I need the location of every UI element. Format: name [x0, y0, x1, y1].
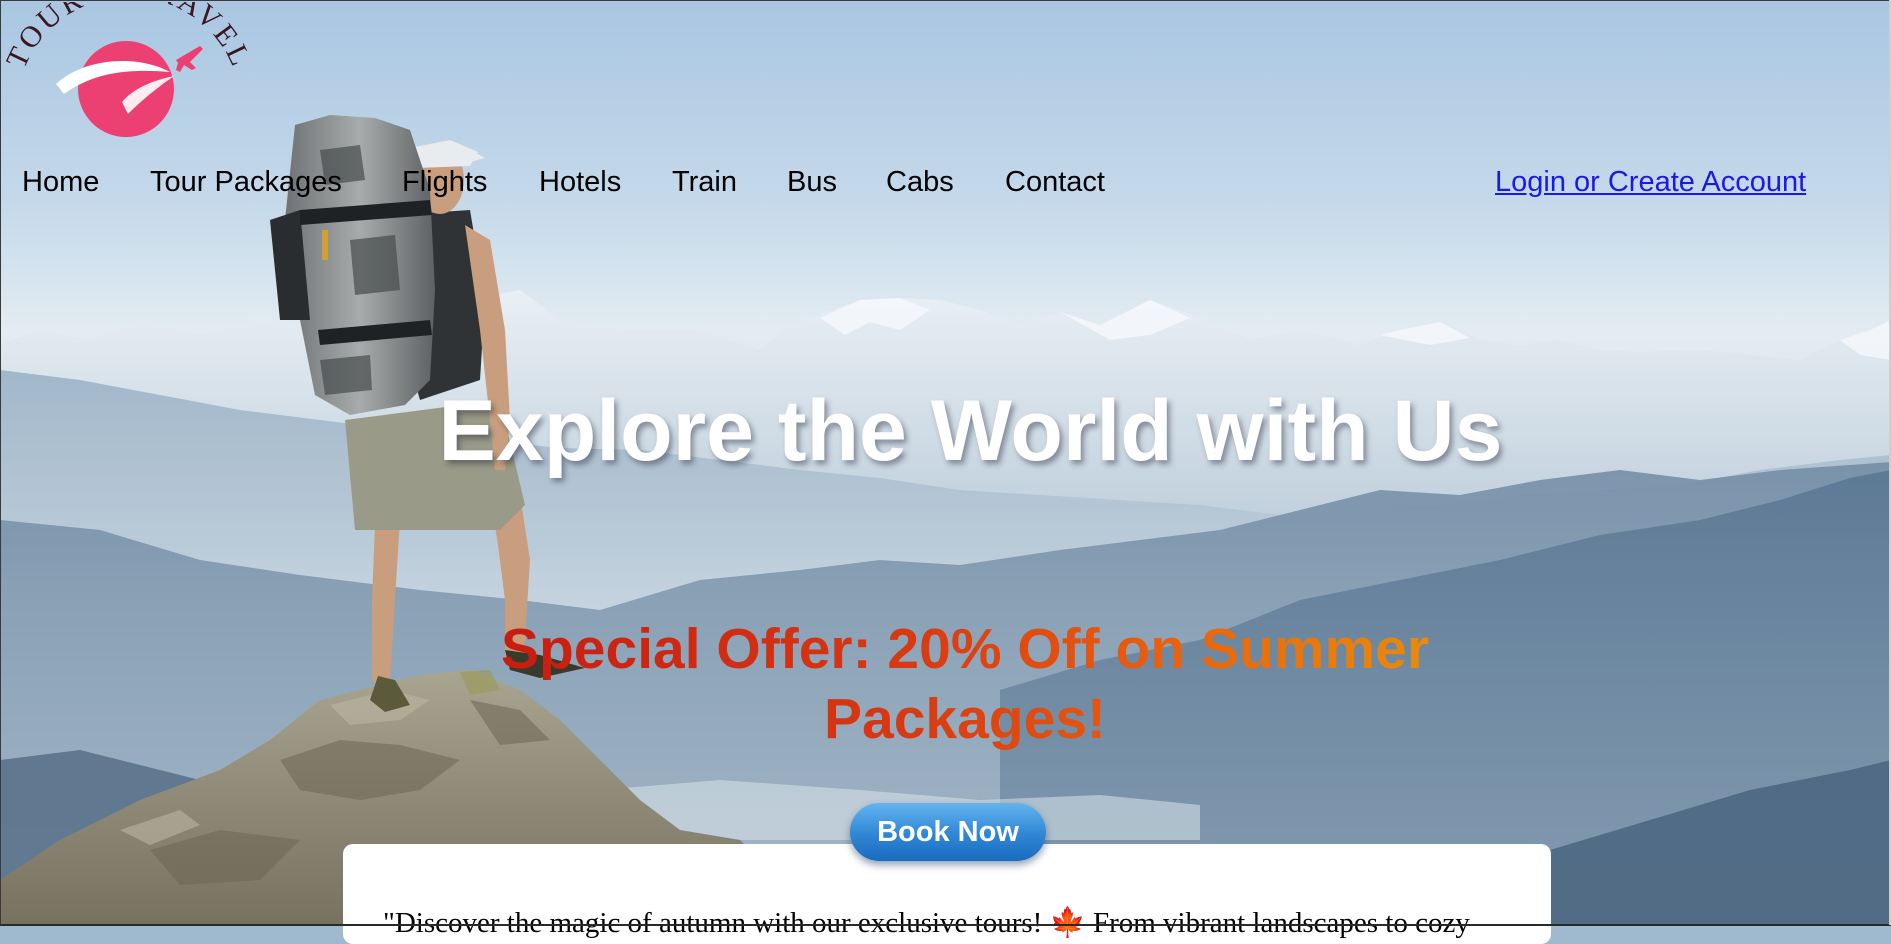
nav-item-home[interactable]: Home [22, 166, 99, 199]
book-now-button[interactable]: Book Now [850, 803, 1046, 861]
tour-travel-logo[interactable]: TOUR & TRAVEL [4, 2, 252, 140]
nav-item-bus[interactable]: Bus [787, 166, 837, 199]
hero-title: Explore the World with Us [438, 383, 1503, 479]
nav-item-hotels[interactable]: Hotels [539, 166, 621, 199]
promo-card-text: "Discover the magic of autumn with our e… [383, 907, 1470, 939]
nav-item-tour-packages[interactable]: Tour Packages [150, 166, 342, 199]
nav-item-flights[interactable]: Flights [402, 166, 487, 199]
nav-item-contact[interactable]: Contact [1005, 166, 1105, 199]
nav-item-cabs[interactable]: Cabs [886, 166, 954, 199]
special-offer-text: Special Offer: 20% Off on Summer Package… [470, 614, 1460, 754]
nav-item-train[interactable]: Train [672, 166, 737, 199]
login-or-create-account-link[interactable]: Login or Create Account [1495, 166, 1806, 199]
